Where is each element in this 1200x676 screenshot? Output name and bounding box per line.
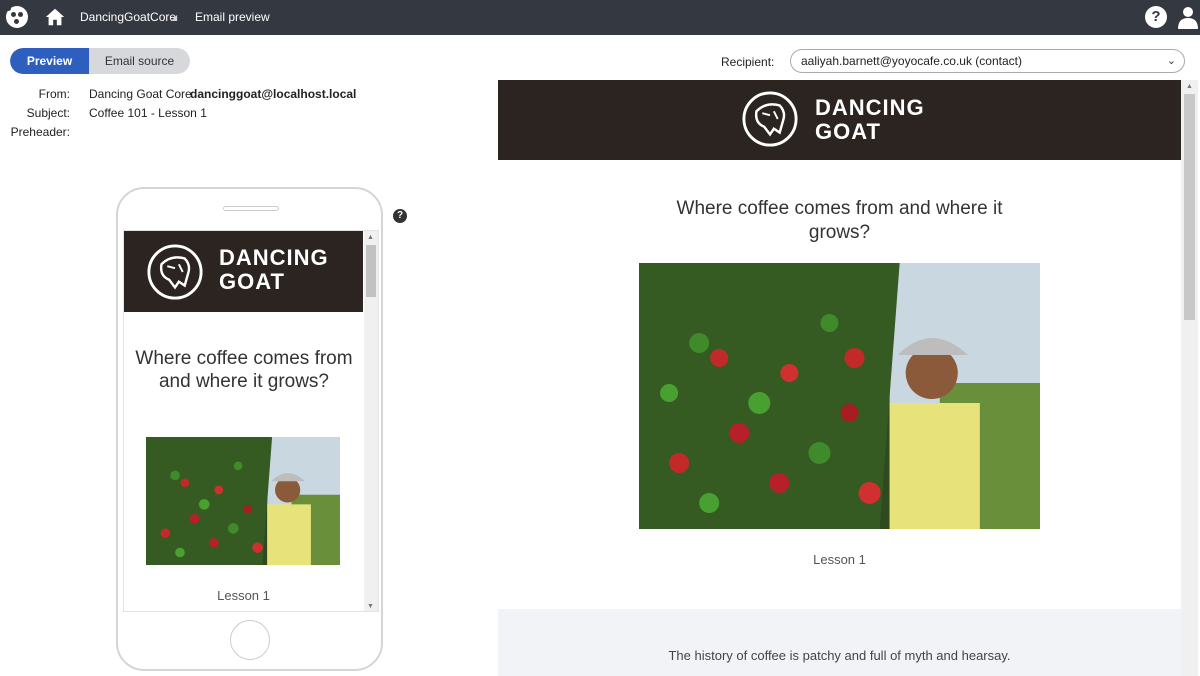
mobile-email-title: Where coffee comes from and where it gro… [135,348,353,392]
desktop-lesson-label: Lesson 1 [813,552,866,567]
brand-line-1: DANCING [219,245,329,270]
desktop-brand-name: DANCING GOAT [815,96,925,144]
top-bar: DancingGoatCore ◢ Email preview ? [0,0,1200,35]
phone-home-button [230,620,270,660]
site-selector[interactable]: DancingGoatCore [80,10,176,24]
chevron-down-icon: ⌄ [1166,55,1176,67]
recipient-value: aaliyah.barnett@yoyocafe.co.uk (contact) [801,54,1022,68]
home-icon[interactable] [44,6,66,28]
mobile-preview-screen[interactable]: DANCING GOAT Where coffee comes from and… [123,230,379,612]
mobile-scrollbar[interactable]: ▲ ▼ [364,231,378,611]
brand-line-1: DANCING [815,95,925,120]
brand-line-2: GOAT [815,119,881,144]
goat-logo-icon [742,91,798,147]
from-name: Dancing Goat Core [89,87,192,101]
question-icon[interactable]: ? [393,209,407,223]
tab-preview[interactable]: Preview [10,48,89,74]
desktop-email-title: Where coffee comes from and where it gro… [676,198,1003,243]
mobile-email-header: DANCING GOAT [124,231,363,312]
desktop-preview[interactable]: DANCING GOAT Where coffee comes from and… [498,80,1200,676]
preheader-label: Preheader: [10,125,70,139]
subject-label: Subject: [26,106,70,120]
mobile-lesson-label: Lesson 1 [217,588,270,603]
recipient-label: Recipient: [721,55,775,69]
mobile-scroll-thumb[interactable] [366,245,376,297]
view-tabs: Preview Email source [10,48,190,74]
from-email: dancinggoat@localhost.local [190,87,357,101]
subject-value: Coffee 101 - Lesson 1 [89,106,207,120]
desktop-coffee-photo [639,263,1040,529]
goat-logo-icon [147,244,203,300]
breadcrumb-page: Email preview [195,10,270,24]
phone-speaker [223,206,279,211]
brand-line-2: GOAT [219,269,285,294]
mobile-brand-name: DANCING GOAT [219,246,329,294]
scroll-down-icon[interactable]: ▼ [367,603,374,610]
mobile-coffee-photo [146,437,340,565]
help-icon[interactable]: ? [1145,6,1167,28]
scroll-up-icon[interactable]: ▲ [367,234,374,241]
desktop-scroll-thumb[interactable] [1184,94,1195,320]
desktop-content-section: The history of coffee is patchy and full… [498,609,1181,676]
mobile-preview-frame: DANCING GOAT Where coffee comes from and… [116,187,383,671]
scroll-up-icon[interactable]: ▲ [1186,83,1193,90]
app-menu-icon[interactable] [6,6,28,28]
site-selector-caret-icon[interactable]: ◢ [171,13,177,22]
desktop-scrollbar[interactable]: ▲ [1181,80,1198,676]
desktop-history-text: The history of coffee is patchy and full… [668,648,1011,663]
tab-email-source[interactable]: Email source [89,48,190,74]
from-label: From: [38,87,70,101]
user-icon[interactable] [1178,5,1198,29]
recipient-select[interactable]: aaliyah.barnett@yoyocafe.co.uk (contact)… [790,49,1185,73]
desktop-email-header: DANCING GOAT [498,80,1181,160]
